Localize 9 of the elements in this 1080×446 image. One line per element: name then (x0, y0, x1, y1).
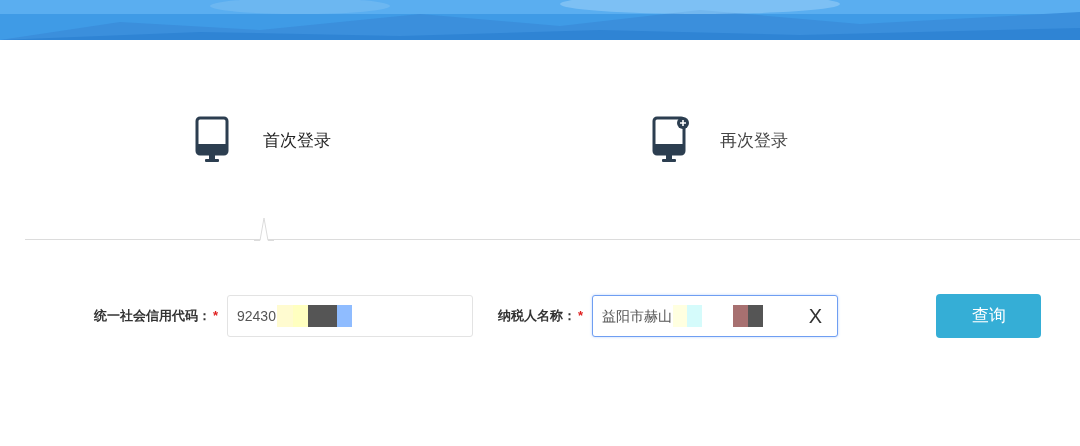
login-tab[interactable]: 首次登录 (195, 116, 331, 166)
required-mark: * (212, 307, 218, 326)
required-mark: * (577, 307, 583, 326)
clear-button[interactable]: X (808, 301, 822, 331)
login-tab[interactable]: 再次登录 (652, 116, 788, 166)
field-label: 纳税人名称： (497, 307, 576, 326)
input-field[interactable]: 益阳市赫山 X (592, 295, 838, 337)
field-label: 统一社会信用代码： (93, 307, 211, 326)
input-field[interactable]: 92430 (227, 295, 473, 337)
